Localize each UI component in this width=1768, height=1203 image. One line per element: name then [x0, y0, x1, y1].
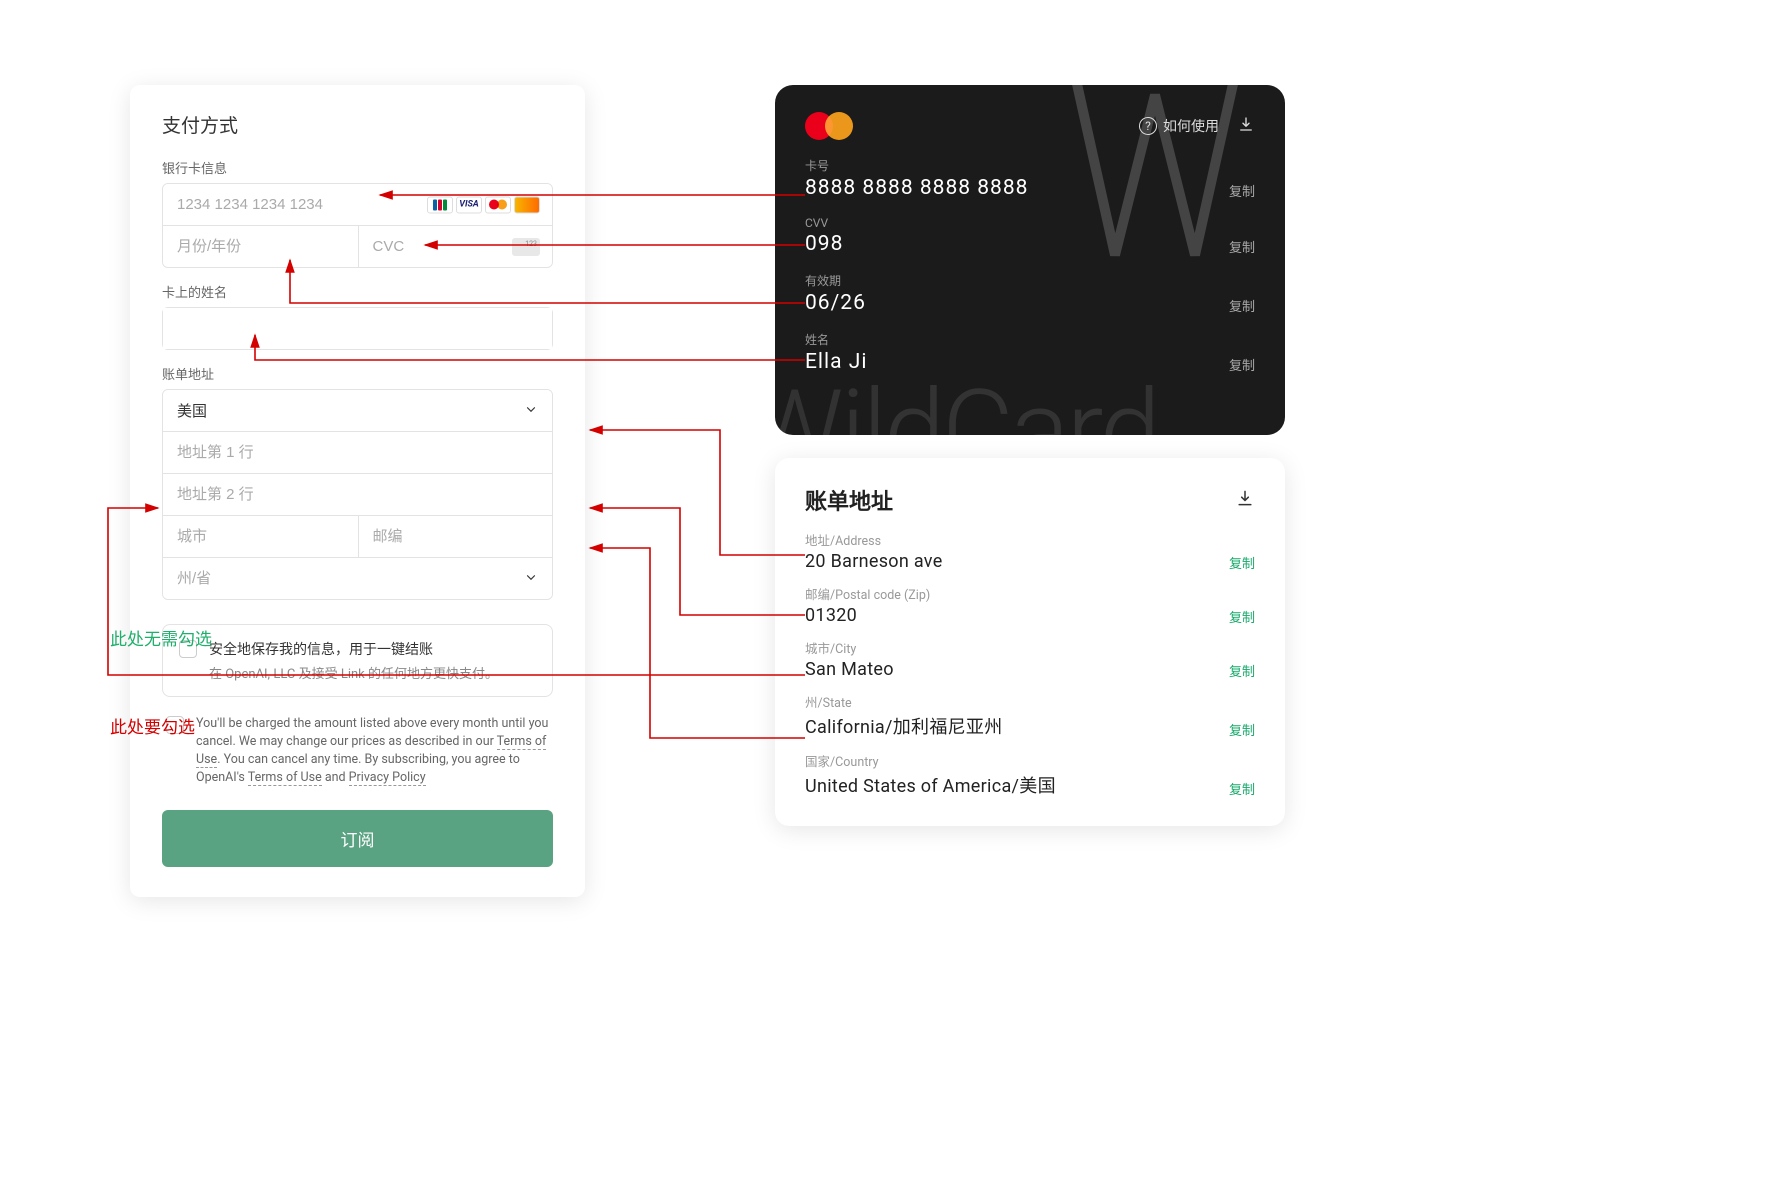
- copy-country-button[interactable]: 复制: [1229, 779, 1255, 798]
- city-value: San Mateo: [805, 659, 894, 680]
- address-value: 20 Barneson ave: [805, 551, 943, 572]
- copy-name-button[interactable]: 复制: [1229, 355, 1255, 374]
- terms-checkbox[interactable]: [166, 716, 184, 734]
- payment-method-heading: 支付方式: [162, 111, 553, 138]
- save-info-checkbox[interactable]: [179, 640, 197, 658]
- card-input-group: VISA 123: [162, 183, 553, 268]
- how-to-use-button[interactable]: ? 如何使用: [1139, 116, 1219, 136]
- generic-card-icon: [514, 196, 540, 213]
- cvv-label: CVV: [805, 216, 843, 230]
- virtual-card: WildCard ? 如何使用 卡号 8888 8888 8888 8888 复…: [775, 85, 1285, 435]
- cardholder-label: 姓名: [805, 331, 867, 348]
- name-on-card-label: 卡上的姓名: [162, 282, 553, 301]
- card-watermark: WildCard: [775, 366, 1158, 435]
- state-label: 州/State: [805, 692, 1003, 711]
- country-label: 国家/Country: [805, 751, 1056, 770]
- copy-city-button[interactable]: 复制: [1229, 661, 1255, 680]
- copy-zip-button[interactable]: 复制: [1229, 607, 1255, 626]
- city-label: 城市/City: [805, 638, 894, 657]
- card-number-label: 卡号: [805, 157, 1028, 174]
- zip-label: 邮编/Postal code (Zip): [805, 584, 930, 603]
- download-icon[interactable]: [1237, 115, 1255, 137]
- state-select[interactable]: [163, 558, 552, 599]
- card-brand-icons: VISA: [427, 196, 540, 213]
- copy-expiry-button[interactable]: 复制: [1229, 296, 1255, 315]
- terms-text: You'll be charged the amount listed abov…: [196, 715, 549, 788]
- expiry-label: 有效期: [805, 272, 866, 289]
- card-number-value: 8888 8888 8888 8888: [805, 176, 1028, 200]
- jcb-icon: [427, 196, 453, 213]
- save-info-title: 安全地保存我的信息，用于一键结账: [209, 639, 498, 659]
- cardholder-value: Ella Ji: [805, 350, 867, 374]
- address-line2-input[interactable]: [163, 473, 552, 515]
- privacy-policy-link[interactable]: Privacy Policy: [349, 770, 426, 786]
- visa-icon: VISA: [456, 196, 482, 213]
- postal-code-input[interactable]: [358, 516, 553, 557]
- save-info-subtext: 在 OpenAI, LLC 及接受 Link 的任何地方更快支付。: [209, 663, 498, 682]
- address-line1-input[interactable]: [163, 431, 552, 473]
- country-value: United States of America/美国: [805, 772, 1056, 798]
- billing-address-panel: 账单地址 地址/Address 20 Barneson ave 复制 邮编/Po…: [775, 458, 1285, 826]
- copy-cvv-button[interactable]: 复制: [1229, 237, 1255, 256]
- billing-title: 账单地址: [805, 484, 893, 516]
- expiry-input[interactable]: [163, 226, 358, 267]
- billing-address-label: 账单地址: [162, 364, 553, 383]
- chevron-down-icon: [524, 401, 538, 420]
- state-value: California/加利福尼亚州: [805, 713, 1003, 739]
- terms-box: You'll be charged the amount listed abov…: [162, 715, 553, 788]
- download-icon[interactable]: [1235, 488, 1255, 512]
- cardholder-name-input[interactable]: [163, 308, 552, 349]
- subscribe-button[interactable]: 订阅: [162, 810, 553, 867]
- cvc-hint-icon: 123: [512, 238, 540, 256]
- expiry-value: 06/26: [805, 291, 866, 315]
- zip-value: 01320: [805, 605, 930, 626]
- billing-address-group: [162, 389, 553, 600]
- copy-state-button[interactable]: 复制: [1229, 720, 1255, 739]
- mastercard-logo-icon: [805, 111, 853, 141]
- save-info-box: 安全地保存我的信息，用于一键结账 在 OpenAI, LLC 及接受 Link …: [162, 624, 553, 697]
- cvv-value: 098: [805, 232, 843, 256]
- copy-card-number-button[interactable]: 复制: [1229, 181, 1255, 200]
- copy-address-button[interactable]: 复制: [1229, 553, 1255, 572]
- terms-of-use-link-2[interactable]: Terms of Use: [248, 770, 322, 786]
- question-circle-icon: ?: [1139, 117, 1157, 135]
- chevron-down-icon: [524, 569, 538, 588]
- payment-form: 支付方式 银行卡信息 VISA 123 卡上的姓名: [130, 85, 585, 897]
- country-select[interactable]: [163, 390, 552, 431]
- card-info-label: 银行卡信息: [162, 158, 553, 177]
- city-input[interactable]: [163, 516, 358, 557]
- address-label: 地址/Address: [805, 530, 943, 549]
- mastercard-icon: [485, 196, 511, 213]
